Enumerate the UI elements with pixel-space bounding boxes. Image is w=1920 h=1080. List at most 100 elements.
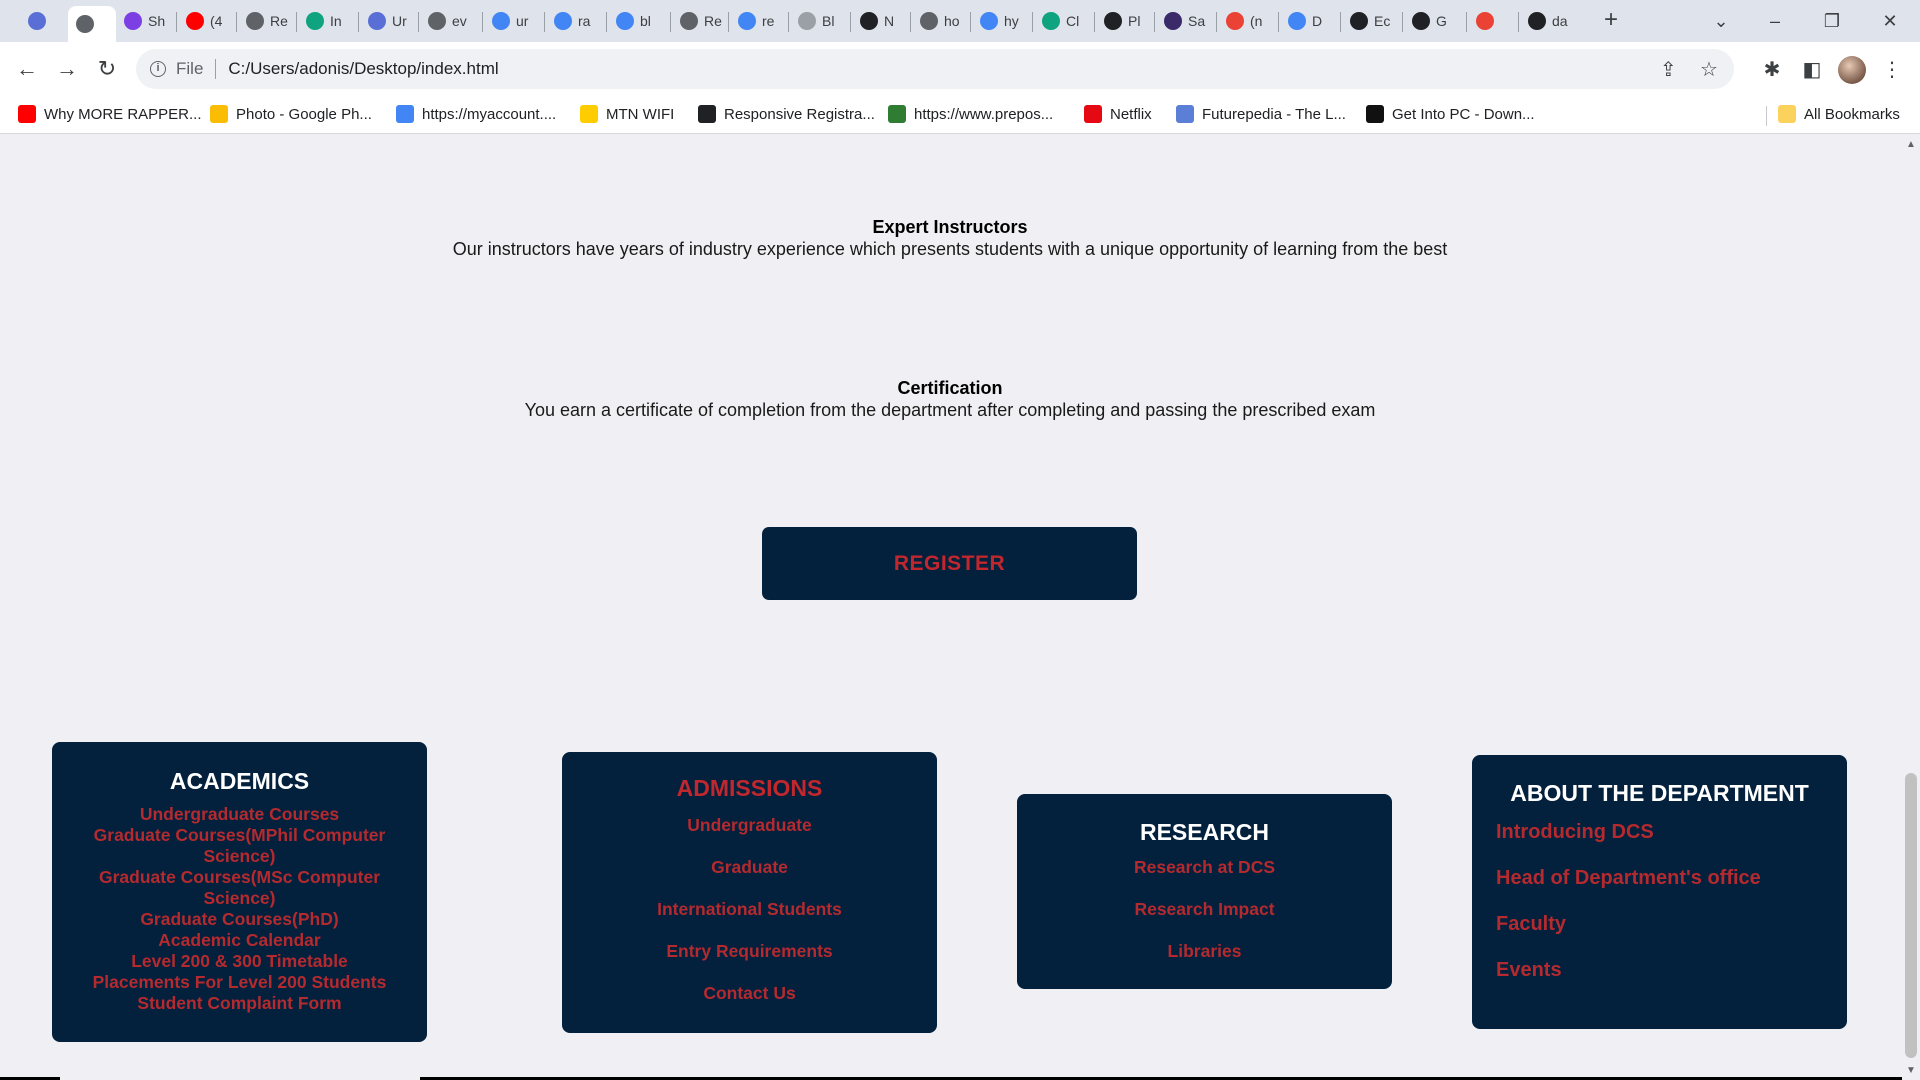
extensions-icon[interactable]: ✱ [1760,58,1784,82]
mtn-icon [580,105,598,123]
tab-divider [482,12,483,32]
footer-link[interactable]: Undergraduate Courses [82,804,397,825]
card-title: RESEARCH [1139,819,1270,845]
browser-tab[interactable]: Pl [1096,6,1150,36]
browser-tab[interactable]: D [1280,6,1336,36]
browser-tab[interactable]: hy [972,6,1028,36]
footer-link[interactable]: Events [1472,947,1847,993]
bookmark-item[interactable]: Get Into PC - Down... [1366,105,1535,123]
footer-link[interactable]: Graduate Courses(MSc Computer Science) [82,867,397,909]
register-button[interactable]: REGISTER [762,527,1137,600]
footer-link[interactable]: Graduate Courses(PhD) [82,909,397,930]
bookmark-item[interactable]: Responsive Registra... [698,105,875,123]
footer-link[interactable]: Entry Requirements [562,930,937,972]
footer-link[interactable]: Graduate [562,846,937,888]
tab-search-icon[interactable]: ⌄ [1706,6,1736,36]
footer-link[interactable]: Placements For Level 200 Students [82,972,397,993]
restore-icon[interactable]: ❐ [1817,6,1847,36]
scheme-label: File [176,59,204,78]
browser-tab[interactable]: ev [420,6,476,36]
about-links: Introducing DCS Head of Department's offi… [1472,809,1847,993]
browser-tab[interactable]: Ur [360,6,414,36]
browser-tab[interactable]: (4 [178,6,232,36]
browser-tab[interactable]: Re [238,6,292,36]
browser-tab[interactable]: ho [912,6,966,36]
footer-link[interactable]: Head of Department's office [1472,855,1847,901]
footer-link[interactable]: Research at DCS [1017,846,1392,888]
tab-divider [1518,12,1519,32]
footer-link[interactable]: International Students [562,888,937,930]
browser-tab[interactable]: ur [484,6,540,36]
profile-avatar[interactable] [1838,56,1866,84]
browser-tab[interactable] [20,6,58,36]
browser-tab[interactable]: Cl [1034,6,1090,36]
minimize-icon[interactable]: – [1760,6,1790,36]
tab-divider [1154,12,1155,32]
bookmark-item[interactable]: Futurepedia - The L... [1176,105,1346,123]
bookmark-label: https://myaccount.... [422,105,557,123]
address-bar[interactable]: i File C:/Users/adonis/Desktop/index.htm… [136,49,1734,89]
close-icon[interactable]: ✕ [1875,6,1905,36]
card-title: ADMISSIONS [676,775,823,801]
browser-tab[interactable]: N [852,6,906,36]
browser-tab[interactable]: Sa [1156,6,1212,36]
about-department-card: ABOUT THE DEPARTMENT Introducing DCS Head… [1472,755,1847,1029]
share-icon[interactable]: ⇪ [1660,57,1677,82]
github-icon [1350,12,1368,30]
browser-tab[interactable]: ra [546,6,602,36]
footer-link[interactable]: Graduate Courses(MPhil Computer Science) [82,825,397,867]
vertical-scrollbar[interactable]: ▲ ▼ [1902,135,1920,1080]
tab-title: N [884,13,895,29]
info-icon[interactable]: i [150,61,166,77]
bookmark-item[interactable]: MTN WIFI [580,105,674,123]
footer-link[interactable]: Research Impact [1017,888,1392,930]
side-panel-icon[interactable]: ◧ [1800,58,1824,82]
scrollbar-thumb[interactable] [1905,773,1917,1058]
footer-link[interactable]: Undergraduate [562,804,937,846]
browser-tab[interactable]: Re [672,6,728,36]
browser-tab[interactable] [68,6,116,42]
url-text[interactable]: C:/Users/adonis/Desktop/index.html [228,59,498,79]
footer-link[interactable]: Student Complaint Form [82,993,397,1014]
star-icon[interactable]: ☆ [1700,57,1718,82]
browser-tab[interactable]: Ec [1342,6,1398,36]
scroll-up-arrow-icon[interactable]: ▲ [1906,139,1916,150]
browser-tab[interactable]: Sh [116,6,170,36]
browser-tab[interactable]: da [1520,6,1574,36]
new-tab-button[interactable]: + [1598,8,1624,34]
browser-tab[interactable] [1468,6,1516,36]
scroll-down-arrow-icon[interactable]: ▼ [1906,1065,1916,1076]
footer-link[interactable]: Introducing DCS [1472,809,1847,855]
browser-tab[interactable]: re [730,6,784,36]
tab-title: Re [270,13,288,29]
academics-card: ACADEMICS Undergraduate Courses Graduate … [52,742,427,1042]
footer-link[interactable]: Faculty [1472,901,1847,947]
tab-title: bl [640,13,651,29]
bookmark-item[interactable]: Netflix [1084,105,1152,123]
footer-link[interactable]: Contact Us [562,972,937,1014]
bookmark-label: Responsive Registra... [724,105,875,123]
bookmark-item[interactable]: https://myaccount.... [396,105,556,123]
back-arrow-icon[interactable]: ← [12,54,42,84]
forward-arrow-icon[interactable]: → [52,54,82,84]
bookmark-item[interactable]: Photo - Google Ph... [210,105,372,123]
footer-link[interactable]: Libraries [1017,930,1392,972]
bookmark-item[interactable]: https://www.prepos... [888,105,1053,123]
tab-divider [358,12,359,32]
browser-tab[interactable]: G [1404,6,1460,36]
tab-divider [418,12,419,32]
footer-link[interactable]: Level 200 & 300 Timetable [82,951,397,972]
browser-tab[interactable]: bl [608,6,664,36]
browser-tab[interactable]: In [298,6,352,36]
tab-title: G [1436,13,1447,29]
tab-title: Ur [392,13,407,29]
menu-kebab-icon[interactable]: ⋮ [1880,58,1904,82]
browser-tab[interactable]: Bl [790,6,844,36]
footer-link[interactable]: Academic Calendar [82,930,397,951]
bookmark-item[interactable]: Why MORE RAPPER... [18,105,202,123]
card-title: ABOUT THE DEPARTMENT [1510,780,1809,806]
browser-tab[interactable]: (n [1218,6,1274,36]
reload-icon[interactable]: ↻ [92,54,122,84]
all-bookmarks[interactable]: All Bookmarks [1778,105,1900,123]
tab-title: ur [516,13,529,29]
